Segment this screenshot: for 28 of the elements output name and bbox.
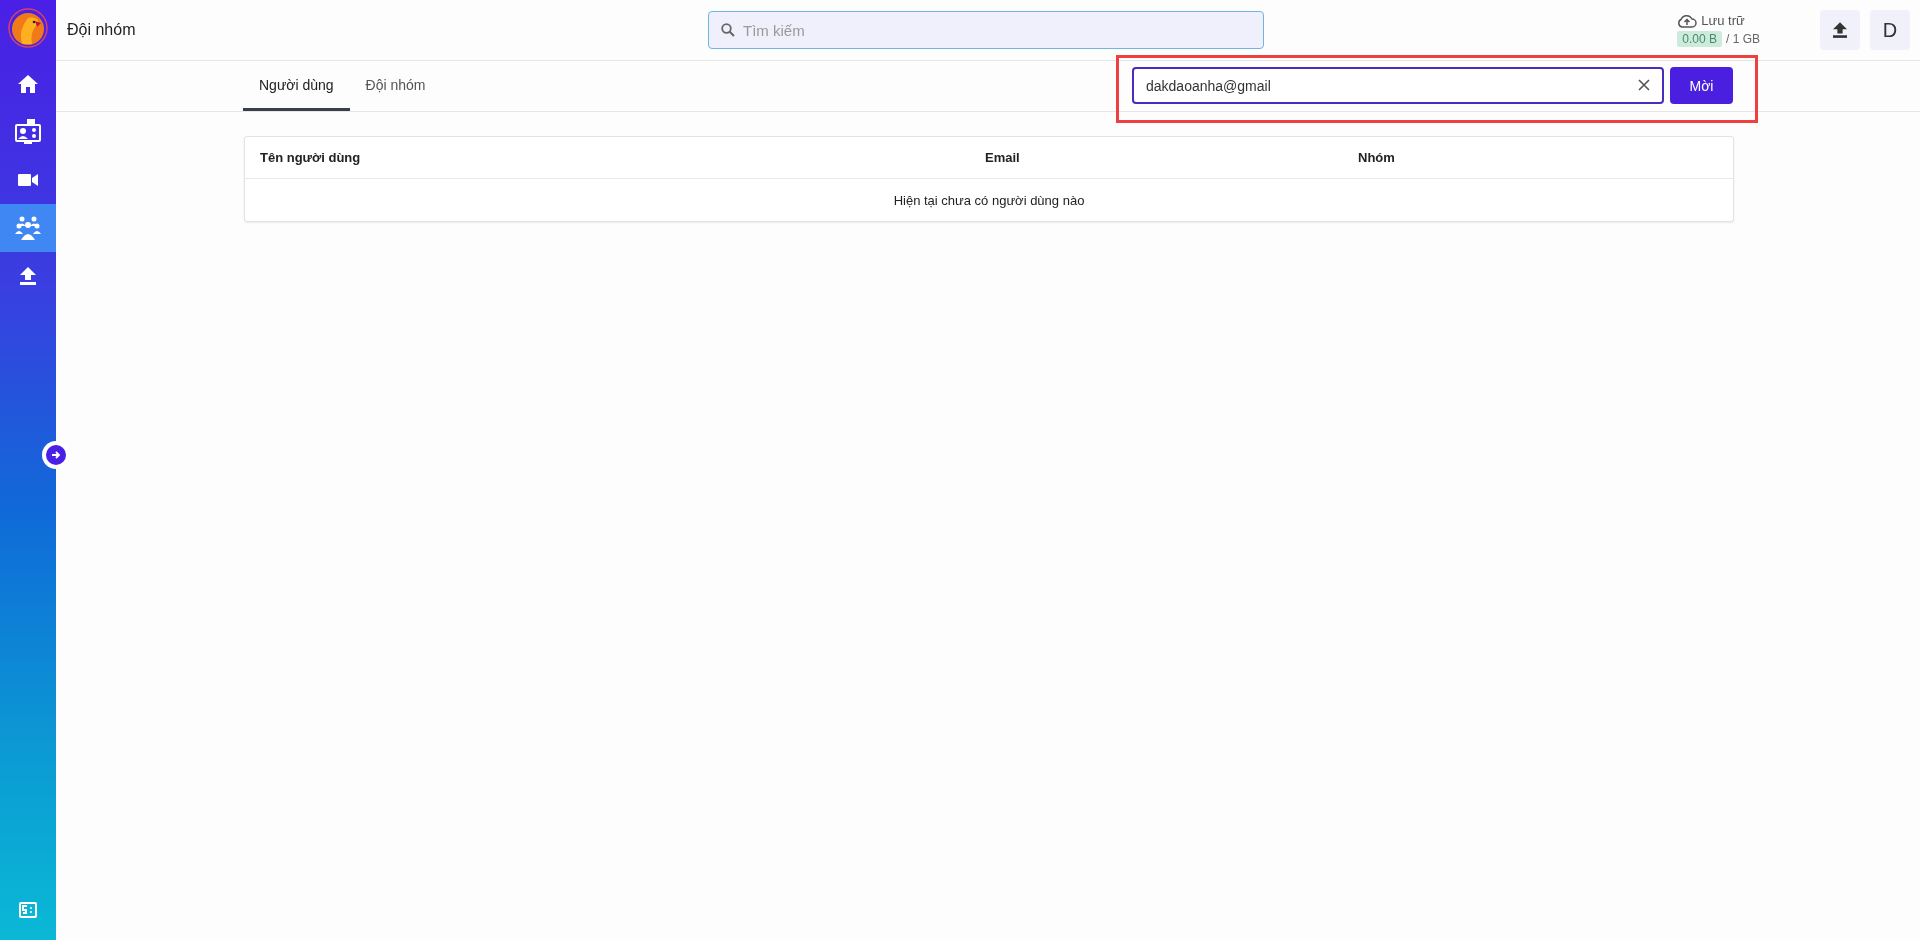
storage-used: 0.00 B	[1677, 31, 1722, 47]
people-group-icon	[15, 216, 41, 240]
column-header: Nhóm	[1358, 150, 1395, 165]
invite-button[interactable]: Mời	[1670, 67, 1733, 104]
dollar-bill-icon	[19, 902, 37, 918]
tab[interactable]: Đội nhóm	[349, 61, 442, 111]
upload-icon	[1833, 22, 1847, 38]
storage-total: / 1 GB	[1726, 32, 1760, 46]
search-icon	[721, 23, 735, 37]
empty-message: Hiện tại chưa có người dùng nào	[893, 192, 1085, 208]
video-conference-icon	[15, 119, 41, 145]
upload-button[interactable]	[1820, 10, 1860, 50]
bird-logo-icon[interactable]	[8, 8, 48, 48]
home-icon	[18, 75, 38, 93]
sidebar-item[interactable]	[0, 204, 56, 252]
close-icon[interactable]	[1638, 79, 1650, 91]
column-header: Tên người dùng	[260, 150, 361, 165]
email-input-field[interactable]: dakdaoanha@gmail	[1132, 67, 1664, 104]
avatar-button[interactable]: D	[1870, 10, 1910, 50]
video-camera-icon	[18, 173, 38, 187]
column-header: Email	[985, 150, 1020, 165]
search-field[interactable]: Tìm kiếm	[708, 11, 1264, 49]
tab[interactable]: Người dùng	[243, 61, 350, 111]
cloud-upload-icon	[1677, 13, 1698, 28]
page-title: Đội nhóm	[67, 21, 137, 39]
storage-label: Lưu trữ	[1701, 13, 1745, 28]
upload-icon	[20, 267, 36, 285]
arrow-right-icon	[51, 450, 61, 460]
